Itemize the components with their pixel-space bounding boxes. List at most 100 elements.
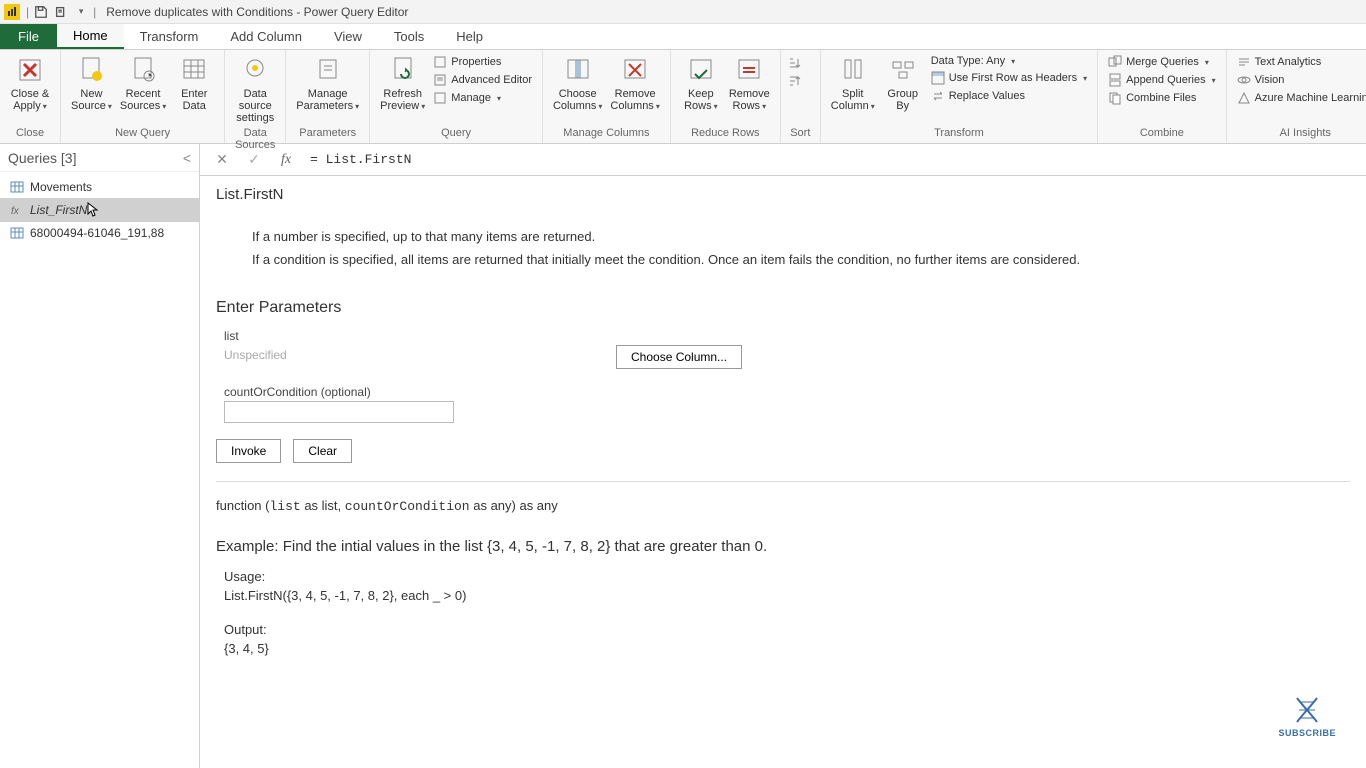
- sort-desc-icon: [787, 74, 801, 88]
- text-analytics-button[interactable]: Text Analytics: [1233, 54, 1366, 70]
- undo-button[interactable]: [51, 2, 71, 22]
- manage-button[interactable]: Manage: [429, 90, 536, 106]
- formula-fx-button[interactable]: fx: [272, 148, 300, 172]
- function-description: If a number is specified, up to that man…: [252, 227, 1350, 271]
- ribbon-group-new-query: New Source Recent Sources Enter Data New…: [61, 50, 225, 143]
- count-or-condition-input[interactable]: [224, 401, 454, 423]
- output-block: Output: {3, 4, 5}: [224, 620, 1350, 659]
- ribbon-group-ai: Text Analytics Vision Azure Machine Lear…: [1227, 50, 1366, 143]
- queries-pane: Queries [3] < Movements fx List_FirstN 6…: [0, 144, 200, 768]
- refresh-icon: [387, 54, 419, 86]
- ribbon-group-manage-columns: Choose Columns Remove Columns Manage Col…: [543, 50, 671, 143]
- split-column-button[interactable]: Split Column: [827, 52, 879, 115]
- replace-values-button[interactable]: Replace Values: [927, 88, 1091, 104]
- dna-icon: [1289, 692, 1325, 728]
- qat-separator-2: |: [93, 5, 96, 19]
- advanced-editor-icon: [433, 73, 447, 87]
- tab-view[interactable]: View: [318, 24, 378, 49]
- ribbon-group-parameters: Manage Parameters Parameters: [286, 50, 370, 143]
- data-source-settings-button[interactable]: Data source settings: [231, 52, 279, 126]
- keep-rows-button[interactable]: Keep Rows: [677, 52, 725, 115]
- tab-help[interactable]: Help: [440, 24, 499, 49]
- enter-data-button[interactable]: Enter Data: [170, 52, 218, 114]
- vision-button[interactable]: Vision: [1233, 72, 1366, 88]
- example-heading: Example: Find the intial values in the l…: [216, 538, 1350, 555]
- manage-parameters-button[interactable]: Manage Parameters: [292, 52, 363, 115]
- recent-sources-icon: [127, 54, 159, 86]
- properties-button[interactable]: Properties: [429, 54, 536, 70]
- query-item-movements[interactable]: Movements: [0, 176, 199, 198]
- first-row-headers-button[interactable]: Use First Row as Headers: [927, 70, 1091, 86]
- invoke-button[interactable]: Invoke: [216, 439, 281, 463]
- new-source-icon: [75, 54, 107, 86]
- tab-add-column[interactable]: Add Column: [214, 24, 318, 49]
- ribbon-group-close: Close & Apply Close: [0, 50, 61, 143]
- advanced-editor-button[interactable]: Advanced Editor: [429, 72, 536, 88]
- vision-icon: [1237, 73, 1251, 87]
- azure-ml-button[interactable]: Azure Machine Learning: [1233, 90, 1366, 106]
- split-column-icon: [837, 54, 869, 86]
- main-area: Queries [3] < Movements fx List_FirstN 6…: [0, 144, 1366, 768]
- clear-button[interactable]: Clear: [293, 439, 352, 463]
- combine-files-button[interactable]: Combine Files: [1104, 90, 1220, 106]
- parameters-icon: [312, 54, 344, 86]
- choose-columns-button[interactable]: Choose Columns: [549, 52, 606, 115]
- param-list-hint: Unspecified: [224, 348, 604, 362]
- tab-tools[interactable]: Tools: [378, 24, 440, 49]
- cursor-icon: [87, 202, 99, 218]
- function-title: List.FirstN: [216, 186, 1350, 203]
- query-item-68000494[interactable]: 68000494-61046_191,88: [0, 222, 199, 244]
- title-bar: | ▾ | Remove duplicates with Conditions …: [0, 0, 1366, 24]
- sort-desc-button[interactable]: [787, 74, 801, 88]
- tab-transform[interactable]: Transform: [124, 24, 215, 49]
- recent-sources-button[interactable]: Recent Sources: [116, 52, 170, 115]
- close-apply-button[interactable]: Close & Apply: [6, 52, 54, 115]
- divider: [216, 481, 1350, 482]
- sort-asc-button[interactable]: [787, 56, 801, 70]
- ribbon-group-reduce-rows: Keep Rows Remove Rows Reduce Rows: [671, 50, 781, 143]
- formula-commit-button[interactable]: ✓: [240, 148, 268, 172]
- app-icon: [4, 4, 20, 20]
- queries-header: Queries [3] <: [0, 144, 199, 172]
- merge-queries-button[interactable]: Merge Queries: [1104, 54, 1220, 70]
- choose-column-button[interactable]: Choose Column...: [616, 345, 742, 369]
- data-type-button[interactable]: Data Type: Any: [927, 54, 1091, 68]
- function-signature: function (list as list, countOrCondition…: [216, 498, 1350, 514]
- new-source-button[interactable]: New Source: [67, 52, 116, 115]
- close-apply-icon: [14, 54, 46, 86]
- sort-asc-icon: [787, 56, 801, 70]
- collapse-pane-button[interactable]: <: [183, 150, 191, 166]
- tab-home[interactable]: Home: [57, 24, 124, 49]
- qat-dropdown[interactable]: ▾: [71, 2, 91, 22]
- param-list-label: list: [224, 329, 1350, 343]
- window-title: Remove duplicates with Conditions - Powe…: [106, 5, 408, 19]
- tab-file[interactable]: File: [0, 24, 57, 49]
- formula-bar: ✕ ✓ fx: [200, 144, 1366, 176]
- combine-files-icon: [1108, 91, 1122, 105]
- remove-columns-button[interactable]: Remove Columns: [606, 52, 663, 115]
- menu-tabs: File Home Transform Add Column View Tool…: [0, 24, 1366, 50]
- append-queries-button[interactable]: Append Queries: [1104, 72, 1220, 88]
- save-button[interactable]: [31, 2, 51, 22]
- manage-icon: [433, 91, 447, 105]
- azure-ml-icon: [1237, 91, 1251, 105]
- content-area: ✕ ✓ fx List.FirstN If a number is specif…: [200, 144, 1366, 768]
- text-analytics-icon: [1237, 55, 1251, 69]
- function-doc: List.FirstN If a number is specified, up…: [200, 176, 1366, 768]
- remove-rows-button[interactable]: Remove Rows: [725, 52, 774, 115]
- group-by-icon: [887, 54, 919, 86]
- ribbon-group-query: Refresh Preview Properties Advanced Edit…: [370, 50, 543, 143]
- formula-cancel-button[interactable]: ✕: [208, 148, 236, 172]
- enter-parameters-heading: Enter Parameters: [216, 299, 1350, 317]
- table-icon: [10, 180, 24, 194]
- enter-data-icon: [178, 54, 210, 86]
- ribbon-group-data-sources: Data source settings Data Sources: [225, 50, 286, 143]
- param-count-block: countOrCondition (optional): [224, 385, 1350, 423]
- formula-input[interactable]: [304, 150, 1358, 169]
- refresh-preview-button[interactable]: Refresh Preview: [376, 52, 429, 115]
- query-item-list-firstn[interactable]: fx List_FirstN: [0, 198, 199, 222]
- usage-block: Usage: List.FirstN({3, 4, 5, -1, 7, 8, 2…: [224, 567, 1350, 606]
- qat-separator: |: [26, 5, 29, 19]
- headers-icon: [931, 71, 945, 85]
- group-by-button[interactable]: Group By: [879, 52, 927, 114]
